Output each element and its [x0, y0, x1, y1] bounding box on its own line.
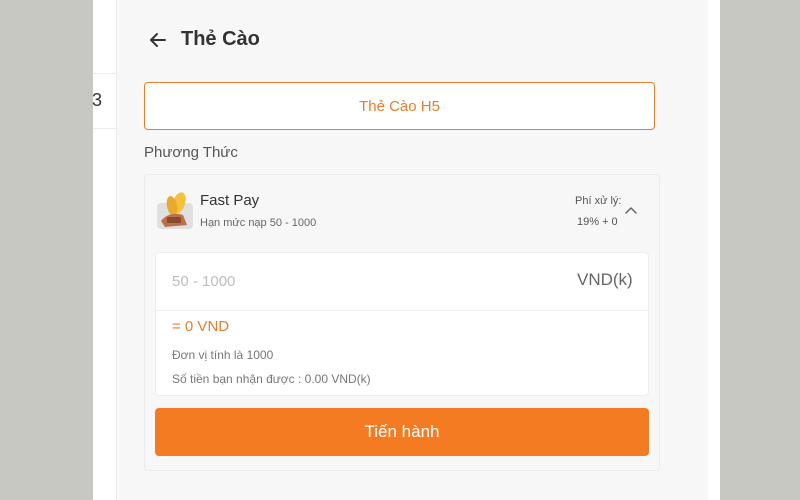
page-title: Thẻ Cào	[181, 28, 260, 50]
arrow-left-icon[interactable]	[148, 30, 168, 50]
fee-label: Phí xử lý:	[575, 195, 622, 207]
method-limit: Hạn mức nạp 50 - 1000	[200, 217, 317, 229]
page-header: Thẻ Cào	[148, 28, 260, 51]
divider	[156, 310, 648, 311]
proceed-button[interactable]: Tiến hành	[155, 408, 649, 456]
amount-unit: VND(k)	[577, 270, 633, 289]
received-note: Số tiền bạn nhận được : 0.00 VND(k)	[172, 372, 371, 386]
unit-note: Đơn vị tính là 1000	[172, 348, 274, 362]
converted-amount: = 0 VND	[172, 318, 230, 335]
chevron-up-icon[interactable]	[624, 205, 638, 215]
left-item-number: 3	[92, 90, 103, 110]
method-section-label: Phương Thức	[144, 144, 238, 161]
amount-input[interactable]	[172, 264, 552, 298]
card-type-button[interactable]: Thẻ Cào H5	[144, 82, 655, 130]
fee-value: 19% + 0	[577, 216, 618, 228]
method-name: Fast Pay	[200, 192, 260, 209]
right-panel	[708, 0, 720, 500]
card-wallet-icon	[157, 192, 193, 229]
